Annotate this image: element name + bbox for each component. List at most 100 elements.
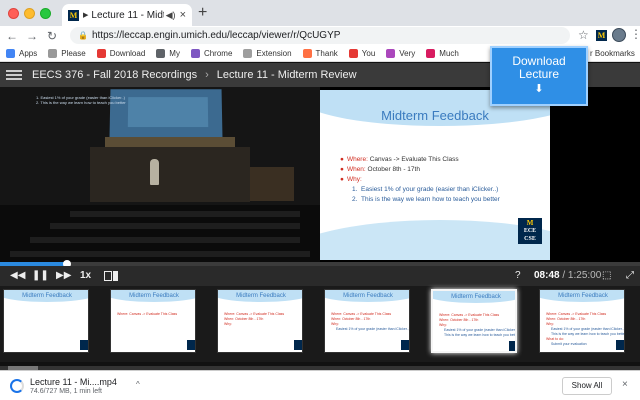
fast-forward-icon[interactable]: ▶▶ <box>56 270 71 282</box>
slide-title: Midterm Feedback <box>381 108 489 123</box>
reload-icon[interactable]: ↻ <box>44 29 60 43</box>
slide-thumbnail[interactable]: Midterm Feedback Where: Canvas -> Evaluat… <box>217 289 303 353</box>
tab-title: Lecture 11 - Midterm Re <box>91 9 163 21</box>
slide-thumbnail[interactable]: Midterm Feedback Where: Canvas -> Evaluat… <box>431 289 517 353</box>
thumbnail-title: Midterm Feedback <box>22 293 72 299</box>
help-button[interactable]: ? <box>515 270 521 282</box>
bookmark-favicon-icon <box>348 49 358 58</box>
bookmark-label: My <box>169 49 180 58</box>
bookmark-item[interactable]: Extension <box>243 49 292 58</box>
current-time: 08:48 <box>534 270 560 281</box>
projected-text: 1. Easiest 1% of your grade (easier than… <box>36 95 126 105</box>
profile-avatar[interactable] <box>612 28 626 42</box>
bookmark-item[interactable]: Please <box>48 49 86 58</box>
bookmark-item[interactable]: Download <box>96 49 146 58</box>
thumbnail-logo <box>80 340 88 350</box>
shelf-close-icon[interactable]: × <box>622 379 628 390</box>
download-shelf: Lecture 11 - Mi....mp4 74.6/727 MB, 1 mi… <box>0 370 640 400</box>
download-arrow-icon: ⬇ <box>534 83 544 95</box>
bookmark-item[interactable]: Apps <box>6 49 37 58</box>
url-text[interactable]: https://leccap.engin.umich.edu/leccap/vi… <box>92 30 340 41</box>
thumbnail-line: Why: <box>224 322 232 326</box>
thumbnail-line: Easiest 1% of your grade (easier than iC… <box>336 327 409 331</box>
projected-line-2: 2. This is the way we learn how to teach… <box>36 100 126 105</box>
when-value: October 8th - 17th <box>367 166 420 173</box>
hamburger-menu-icon[interactable] <box>6 68 22 82</box>
total-time: / 1:25:00 <box>562 270 602 281</box>
slide-thumbnail[interactable]: Midterm Feedback Where: Canvas -> Evaluat… <box>539 289 625 353</box>
bookmark-favicon-icon <box>243 49 253 58</box>
thumbnail-logo <box>616 340 624 350</box>
bookmark-label: Download <box>109 49 146 58</box>
bookmark-star-icon[interactable]: ☆ <box>578 28 589 42</box>
new-tab-button[interactable]: + <box>198 5 207 21</box>
breadcrumb-separator: › <box>205 69 209 81</box>
layout-toggle-icon[interactable] <box>104 271 118 281</box>
download-file-name[interactable]: Lecture 11 - Mi....mp4 <box>30 377 117 387</box>
seat-row <box>10 251 310 257</box>
bookmark-label: Please <box>61 49 86 58</box>
bookmark-label: You <box>361 49 376 58</box>
bookmark-item[interactable]: My <box>156 49 180 58</box>
bookmark-item[interactable]: Chrome <box>190 49 233 58</box>
browser-tab[interactable]: M ▶ Lecture 11 - Midterm Re ◀) × <box>62 4 192 26</box>
captions-icon[interactable]: ⬚ <box>602 270 611 282</box>
slide-thumbnail[interactable]: Midterm Feedback <box>3 289 89 353</box>
video-letterbox <box>550 87 640 262</box>
logo-ece: ECE <box>523 228 537 234</box>
slide-thumbnails: Midterm Feedback Midterm Feedback Where: C… <box>0 286 640 372</box>
thumbnail-lines: Where: Canvas -> Evaluate This Class When… <box>224 312 302 327</box>
tab-close-icon[interactable]: × <box>180 9 186 21</box>
pause-icon[interactable]: ❚❚ <box>32 270 49 282</box>
thumbnail-logo <box>187 340 195 350</box>
slide-thumbnail[interactable]: Midterm Feedback Where: Canvas -> Evaluat… <box>324 289 410 353</box>
download-lecture-button[interactable]: Download Lecture ⬇ <box>490 46 588 106</box>
audience-seats <box>0 205 320 262</box>
other-bookmarks[interactable]: r Bookmarks <box>590 49 635 58</box>
bookmark-item[interactable]: Very <box>386 49 415 58</box>
extension-umich-icon[interactable]: M <box>596 30 607 41</box>
thumbnail-line: Where: Canvas -> Evaluate This Class <box>117 312 178 316</box>
eecs-logo: M ECE CSE <box>518 218 542 244</box>
slide-view: Midterm Feedback ● Where: Canvas -> Evalu… <box>320 90 550 260</box>
bookmark-favicon-icon <box>156 49 166 58</box>
bookmark-label: Much <box>439 49 459 58</box>
play-icon: ▶ <box>83 12 89 19</box>
slide-thumbnail[interactable]: Midterm Feedback Where: Canvas -> Evaluat… <box>110 289 196 353</box>
lecturer <box>150 159 159 185</box>
show-all-button[interactable]: Show All <box>562 377 612 395</box>
projector-screen <box>109 89 223 138</box>
thumbnail-title: Midterm Feedback <box>451 294 501 300</box>
bookmark-favicon-icon <box>96 49 106 58</box>
maximize-window-button[interactable] <box>40 8 51 19</box>
bookmark-favicon-icon <box>386 49 396 58</box>
browser-menu-icon[interactable]: ⋮ <box>630 28 640 40</box>
thumbnail-line: This is the way we learn how to teach yo… <box>444 333 517 337</box>
bookmark-label: Chrome <box>203 49 233 58</box>
bookmark-favicon-icon <box>190 49 200 58</box>
slide-footer-wave <box>320 220 550 260</box>
bookmark-item[interactable]: You <box>348 49 376 58</box>
thumbnail-logo <box>294 340 302 350</box>
back-arrow-icon[interactable]: ← <box>4 29 20 43</box>
bookmark-label: Very <box>399 49 416 58</box>
speaker-icon[interactable]: ◀) <box>166 10 176 21</box>
address-bar[interactable]: 🔒 https://leccap.engin.umich.edu/leccap/… <box>70 27 570 44</box>
projected-slide <box>127 97 209 128</box>
close-window-button[interactable] <box>8 8 19 19</box>
bookmark-item[interactable]: Much <box>426 49 459 58</box>
seat-row <box>50 223 300 229</box>
download-progress-icon <box>10 379 24 393</box>
rewind-icon[interactable]: ◀◀ <box>10 270 25 282</box>
download-options-icon[interactable]: ^ <box>136 380 140 389</box>
fullscreen-icon[interactable]: ⤢ <box>626 270 634 282</box>
bookmark-favicon-icon <box>6 49 15 58</box>
forward-arrow-icon[interactable]: → <box>24 29 40 43</box>
minimize-window-button[interactable] <box>24 8 35 19</box>
bookmark-item[interactable]: Thank <box>302 49 338 58</box>
playback-speed-button[interactable]: 1x <box>80 270 91 282</box>
course-breadcrumb[interactable]: EECS 376 - Fall 2018 Recordings <box>32 69 197 81</box>
video-area[interactable]: 1. Easiest 1% of your grade (easier than… <box>0 87 640 262</box>
thumbnail-title: Midterm Feedback <box>558 293 608 299</box>
thumbnail-lines: Where: Canvas -> Evaluate This Class <box>117 312 195 317</box>
